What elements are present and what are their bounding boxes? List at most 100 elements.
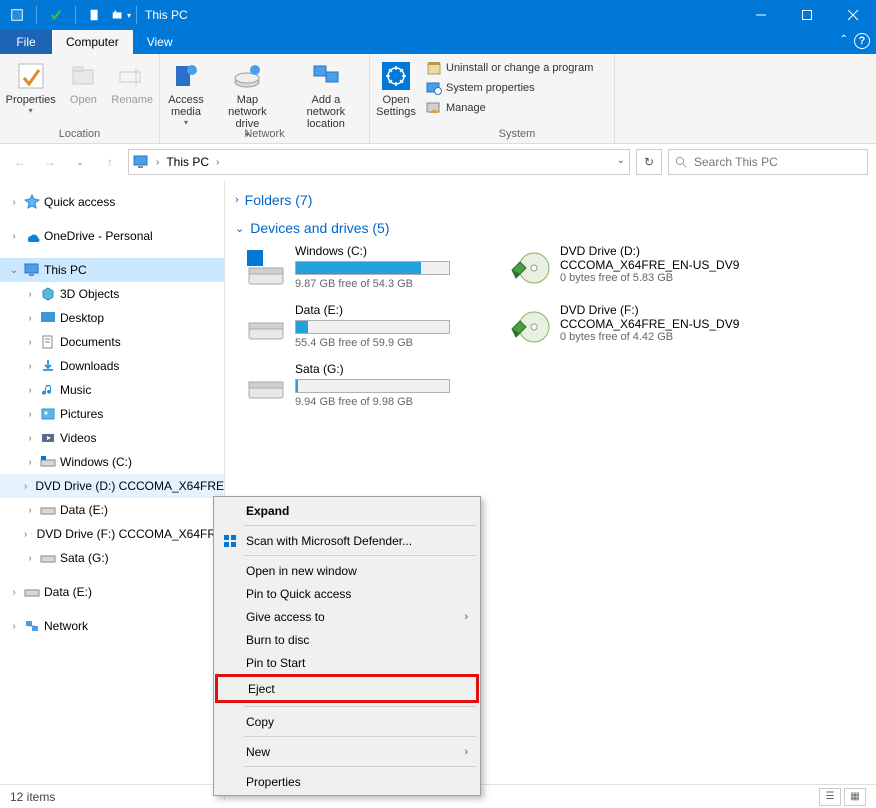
navigation-row: ← → ⌄ ↑ › This PC › ⌄ ↻ Search This PC — [0, 144, 876, 180]
status-item-count: 12 items — [10, 790, 55, 804]
sidebar-downloads[interactable]: ›Downloads — [0, 354, 224, 378]
sidebar-music[interactable]: ›Music — [0, 378, 224, 402]
drive-item[interactable]: DVD Drive (D:)CCCOMA_X64FRE_EN-US_DV90 b… — [508, 242, 753, 297]
chevron-down-icon: ⌄ — [235, 222, 244, 235]
refresh-button[interactable]: ↻ — [636, 149, 662, 175]
sidebar-data-e[interactable]: ›Data (E:) — [0, 580, 224, 604]
nav-recent-button[interactable]: ⌄ — [68, 150, 92, 174]
tab-computer[interactable]: Computer — [52, 30, 133, 54]
drive-free-space: 55.4 GB free of 59.9 GB — [295, 337, 486, 349]
drive-name: Sata (G:) — [295, 362, 486, 376]
drive-label: CCCOMA_X64FRE_EN-US_DV9 — [560, 258, 751, 272]
this-pc-icon — [133, 154, 149, 170]
manage-button[interactable]: Manage — [422, 98, 490, 118]
drive-icon — [510, 248, 552, 290]
maximize-button[interactable] — [784, 0, 830, 30]
context-menu: Expand Scan with Microsoft Defender... O… — [213, 496, 481, 796]
ctx-burn[interactable]: Burn to disc — [216, 628, 478, 651]
tab-file[interactable]: File — [0, 30, 52, 54]
ctx-copy[interactable]: Copy — [216, 710, 478, 733]
ctx-pin-quick-access[interactable]: Pin to Quick access — [216, 582, 478, 605]
sidebar-quick-access[interactable]: ›Quick access — [0, 190, 224, 214]
sidebar-3d-objects[interactable]: ›3D Objects — [0, 282, 224, 306]
sidebar-pictures[interactable]: ›Pictures — [0, 402, 224, 426]
drive-free-space: 9.87 GB free of 54.3 GB — [295, 278, 486, 290]
map-network-drive-button[interactable]: Map networkdrive▾ — [210, 56, 285, 126]
nav-back-button[interactable]: ← — [8, 150, 32, 174]
address-dropdown-icon[interactable]: ⌄ — [617, 155, 625, 166]
group-system-label: System — [420, 128, 614, 143]
ctx-pin-start[interactable]: Pin to Start — [216, 651, 478, 674]
ctx-give-access[interactable]: Give access to› — [216, 605, 478, 628]
view-details-button[interactable]: ☰ — [819, 788, 841, 806]
group-network-label: Network — [160, 128, 369, 143]
system-properties-icon — [426, 80, 442, 96]
drive-label: CCCOMA_X64FRE_EN-US_DV9 — [560, 317, 751, 331]
drive-progress — [295, 320, 450, 334]
help-icon[interactable]: ? — [854, 33, 870, 49]
drive-name: Data (E:) — [295, 303, 486, 317]
sidebar-drive-e[interactable]: ›Data (E:) — [0, 498, 224, 522]
view-tiles-button[interactable]: ▦ — [844, 788, 866, 806]
sidebar-network[interactable]: ›Network — [0, 614, 224, 638]
properties-button[interactable]: Properties▾ — [2, 56, 59, 126]
drive-item[interactable]: Sata (G:) 9.94 GB free of 9.98 GB — [243, 360, 488, 415]
add-network-location-button[interactable]: Add a networklocation — [285, 56, 367, 126]
uninstall-program-button[interactable]: Uninstall or change a program — [422, 58, 597, 78]
drive-name: Windows (C:) — [295, 244, 486, 258]
navigation-pane: ›Quick access ›OneDrive - Personal ⌄This… — [0, 180, 225, 800]
uninstall-icon — [426, 60, 442, 76]
sidebar-drive-d[interactable]: ›DVD Drive (D:) CCCOMA_X64FRE — [0, 474, 224, 498]
sidebar-this-pc[interactable]: ⌄This PC — [0, 258, 224, 282]
nav-up-button[interactable]: ↑ — [98, 150, 122, 174]
ctx-open-new-window[interactable]: Open in new window — [216, 559, 478, 582]
close-button[interactable] — [830, 0, 876, 30]
qat-properties-icon[interactable] — [45, 4, 67, 26]
tab-view[interactable]: View — [133, 30, 187, 54]
window-title: This PC — [145, 8, 188, 22]
drive-free-space: 0 bytes free of 5.83 GB — [560, 272, 751, 284]
drive-free-space: 0 bytes free of 4.42 GB — [560, 331, 751, 343]
sidebar-videos[interactable]: ›Videos — [0, 426, 224, 450]
system-properties-button[interactable]: System properties — [422, 78, 539, 98]
drive-item[interactable]: Data (E:) 55.4 GB free of 59.9 GB — [243, 301, 488, 356]
access-media-button[interactable]: Accessmedia▾ — [162, 56, 210, 126]
drive-item[interactable]: Windows (C:) 9.87 GB free of 54.3 GB — [243, 242, 488, 297]
drive-icon — [245, 248, 287, 290]
section-drives[interactable]: ⌄Devices and drives (5) — [229, 214, 872, 242]
search-input[interactable]: Search This PC — [668, 149, 868, 175]
drive-progress — [295, 261, 450, 275]
sidebar-onedrive[interactable]: ›OneDrive - Personal — [0, 224, 224, 248]
qat-undo-icon[interactable]: ▾ — [110, 4, 132, 26]
open-settings-button[interactable]: OpenSettings — [372, 56, 420, 126]
drive-free-space: 9.94 GB free of 9.98 GB — [295, 396, 486, 408]
open-button: Open — [59, 56, 107, 126]
drive-name: DVD Drive (D:) — [560, 244, 751, 258]
drive-item[interactable]: DVD Drive (F:)CCCOMA_X64FRE_EN-US_DV90 b… — [508, 301, 753, 356]
address-bar[interactable]: › This PC › ⌄ — [128, 149, 630, 175]
defender-icon — [222, 533, 238, 549]
collapse-ribbon-icon[interactable]: ⌃ — [840, 34, 848, 45]
ribbon-tabstrip: File Computer View ⌃ ? — [0, 30, 876, 54]
ribbon: Properties▾ Open Rename Location Accessm… — [0, 54, 876, 144]
sidebar-drive-f[interactable]: ›DVD Drive (F:) CCCOMA_X64FRE — [0, 522, 224, 546]
qat-back-icon[interactable] — [6, 4, 28, 26]
group-location-label: Location — [0, 128, 159, 143]
sidebar-desktop[interactable]: ›Desktop — [0, 306, 224, 330]
minimize-button[interactable] — [738, 0, 784, 30]
ctx-eject[interactable]: Eject — [218, 677, 476, 700]
ctx-expand[interactable]: Expand — [216, 499, 478, 522]
ctx-new[interactable]: New› — [216, 740, 478, 763]
ctx-defender[interactable]: Scan with Microsoft Defender... — [216, 529, 478, 552]
sidebar-drive-g[interactable]: ›Sata (G:) — [0, 546, 224, 570]
rename-button: Rename — [107, 56, 157, 126]
sidebar-documents[interactable]: ›Documents — [0, 330, 224, 354]
breadcrumb-this-pc[interactable]: This PC — [166, 155, 209, 169]
qat-new-icon[interactable] — [84, 4, 106, 26]
ctx-properties[interactable]: Properties — [216, 770, 478, 793]
drive-name: DVD Drive (F:) — [560, 303, 751, 317]
section-folders[interactable]: ›Folders (7) — [229, 186, 872, 214]
sidebar-drive-c[interactable]: ›Windows (C:) — [0, 450, 224, 474]
titlebar: ▾ This PC — [0, 0, 876, 30]
nav-forward-button[interactable]: → — [38, 150, 62, 174]
